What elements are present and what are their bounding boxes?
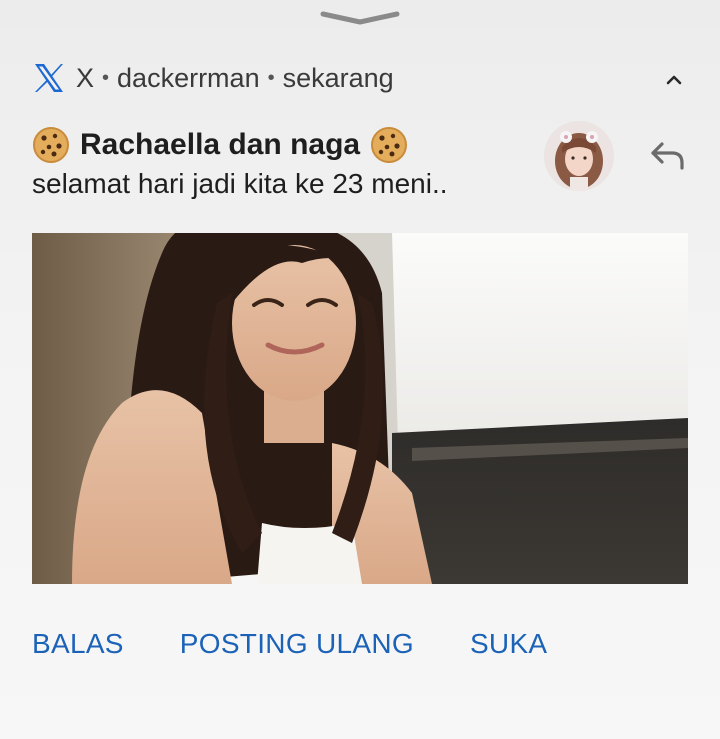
photo-illustration: [32, 233, 688, 584]
meta-separator: •: [267, 66, 275, 89]
avatar: [544, 121, 614, 191]
reply-button[interactable]: BALAS: [32, 628, 124, 660]
notification-title: Rachaella dan naga: [80, 128, 361, 161]
avatar-image: [544, 121, 614, 191]
collapse-button[interactable]: [660, 66, 688, 94]
like-button[interactable]: SUKA: [470, 628, 547, 660]
reply-arrow-icon[interactable]: [648, 138, 688, 174]
notification-header: X • dackerrman • sekarang: [32, 58, 394, 98]
drag-handle-icon[interactable]: [320, 10, 400, 26]
cookie-icon: [371, 127, 408, 163]
account-name: dackerrman: [117, 62, 260, 93]
timestamp: sekarang: [282, 62, 394, 93]
notification-actions: BALAS POSTING ULANG SUKA: [32, 624, 547, 664]
notification-title-row: Rachaella dan naga: [32, 122, 408, 168]
notification-meta: X • dackerrman • sekarang: [76, 63, 394, 94]
chevron-up-icon: [666, 75, 682, 85]
x-logo-icon: [35, 64, 63, 92]
meta-separator: •: [102, 66, 110, 89]
app-name: X: [76, 62, 95, 93]
notification-message: selamat hari jadi kita ke 23 meni..: [32, 168, 448, 199]
cookie-icon: [33, 127, 69, 163]
notification-image[interactable]: [32, 233, 688, 584]
repost-button[interactable]: POSTING ULANG: [180, 628, 414, 660]
